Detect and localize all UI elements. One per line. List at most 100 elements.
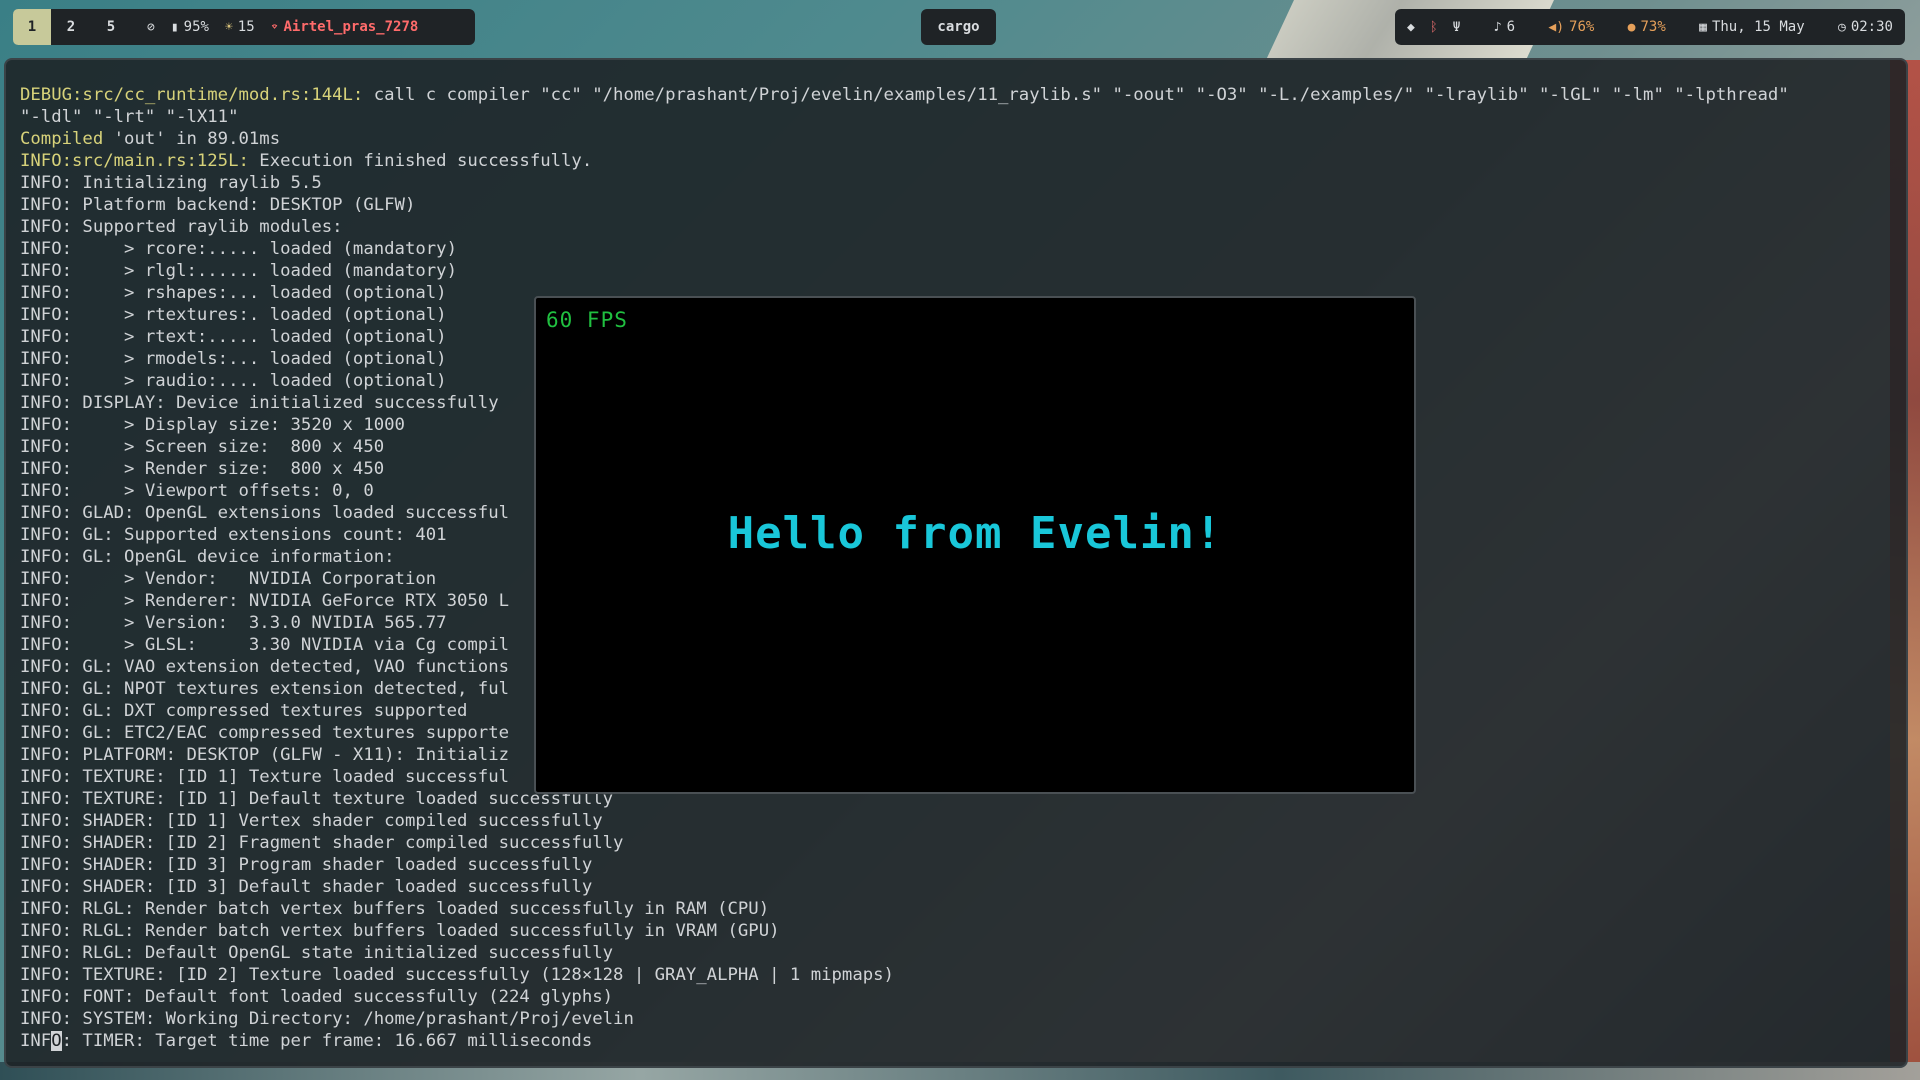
log-text: INFO: > rlgl:...... loaded (mandatory)	[20, 261, 457, 281]
mic-icon: ●	[1627, 19, 1636, 35]
battery-icon: ▮	[170, 19, 179, 35]
log-text: INFO: RLGL: Default OpenGL state initial…	[20, 943, 614, 963]
log-text: INFO: SHADER: [ID 2] Fragment shader com…	[20, 833, 624, 853]
log-text: INFO: GL: Supported extensions count: 40…	[20, 525, 447, 545]
log-text: call c compiler "cc" "/home/prashant/Pro…	[363, 85, 1789, 105]
log-text: INFO: PLATFORM: DESKTOP (GLFW - X11): In…	[20, 745, 509, 765]
raylib-window[interactable]: 60 FPS Hello from Evelin!	[534, 296, 1416, 794]
time-text: 02:30	[1850, 19, 1893, 35]
last-line-text: : TIMER: Target time per frame: 16.667 m…	[61, 1031, 593, 1051]
notifications[interactable]: ♪ 6	[1494, 19, 1515, 35]
terminal-line: INFO: SHADER: [ID 1] Vertex shader compi…	[20, 810, 1906, 832]
terminal-line: INFO: > rcore:..... loaded (mandatory)	[20, 238, 1906, 260]
bluetooth-icon[interactable]: ᛒ	[1430, 20, 1438, 35]
log-text: INFO: RLGL: Render batch vertex buffers …	[20, 899, 770, 919]
date-text: Thu, 15 May	[1711, 19, 1805, 35]
log-text: INFO: > Vendor: NVIDIA Corporation	[20, 569, 437, 589]
log-text: INFO: GL: NPOT textures extension detect…	[20, 679, 509, 699]
terminal-line: "-ldl" "-lrt" "-lX11"	[20, 106, 1906, 128]
log-text: INFO: > Viewport offsets: 0, 0	[20, 481, 374, 501]
mic-level: 73%	[1640, 19, 1666, 35]
log-text: INFO: FONT: Default font loaded successf…	[20, 987, 614, 1007]
log-text: INFO: > Display size: 3520 x 1000	[20, 415, 405, 435]
clock-display[interactable]: ◷ 02:30	[1838, 19, 1893, 35]
terminal-line: INFO: FONT: Default font loaded successf…	[20, 986, 1906, 1008]
calendar-icon: ▦	[1699, 19, 1707, 35]
log-text: INFO: DISPLAY: Device initialized succes…	[20, 393, 499, 413]
log-text: INFO: SHADER: [ID 1] Vertex shader compi…	[20, 811, 603, 831]
wifi-status[interactable]: ⌔ Airtel_pras_7278	[271, 19, 419, 35]
eye-off-icon: ⊘	[147, 19, 155, 35]
terminal-last-line: INFO: TIMER: Target time per frame: 16.6…	[20, 1030, 1906, 1052]
brightness-icon: ☀	[224, 19, 233, 35]
terminal-line: DEBUG:src/cc_runtime/mod.rs:144L: call c…	[20, 84, 1906, 106]
terminal-cursor[interactable]: O	[51, 1031, 62, 1051]
bell-icon: ♪	[1493, 19, 1502, 35]
log-text: INFO: > Render size: 800 x 450	[20, 459, 385, 479]
wifi-name: Airtel_pras_7278	[283, 19, 419, 35]
terminal-line: INFO: Platform backend: DESKTOP (GLFW)	[20, 194, 1906, 216]
terminal-line: INFO: Initializing raylib 5.5	[20, 172, 1906, 194]
log-text: INFO: GL: DXT compressed textures suppor…	[20, 701, 468, 721]
terminal-line: INFO: Supported raylib modules:	[20, 216, 1906, 238]
log-text: Execution finished successfully.	[248, 151, 593, 171]
brightness-status[interactable]: ☀ 15	[225, 19, 255, 35]
mic-control[interactable]: ● 73%	[1628, 19, 1666, 35]
workspace-5-button[interactable]: 5	[91, 9, 131, 45]
volume-control[interactable]: ◀) 76%	[1548, 19, 1594, 35]
wifi-icon: ⌔	[270, 19, 279, 35]
log-text: INFO: > rtextures:. loaded (optional)	[20, 305, 447, 325]
log-text: INFO: GL: OpenGL device information:	[20, 547, 395, 567]
log-prefix: Compiled	[20, 129, 104, 149]
battery-status: ▮ 95%	[171, 19, 209, 35]
terminal-line: INFO: RLGL: Default OpenGL state initial…	[20, 942, 1906, 964]
log-text: INFO: TEXTURE: [ID 1] Default texture lo…	[20, 789, 614, 809]
usb-icon[interactable]: Ψ	[1453, 20, 1461, 35]
terminal-line: INFO: RLGL: Render batch vertex buffers …	[20, 898, 1906, 920]
log-text: INFO: > rcore:..... loaded (mandatory)	[20, 239, 457, 259]
log-text: INFO: Supported raylib modules:	[20, 217, 343, 237]
log-text: INFO: > rshapes:... loaded (optional)	[20, 283, 447, 303]
last-line-text: INF	[20, 1031, 52, 1051]
date-display[interactable]: ▦ Thu, 15 May	[1699, 19, 1805, 35]
terminal-line: INFO:src/main.rs:125L: Execution finishe…	[20, 150, 1906, 172]
log-text: INFO: > Screen size: 800 x 450	[20, 437, 385, 457]
shield-icon[interactable]: ◆	[1407, 20, 1415, 35]
terminal-line: INFO: SHADER: [ID 3] Program shader load…	[20, 854, 1906, 876]
terminal-line: INFO: SHADER: [ID 3] Default shader load…	[20, 876, 1906, 898]
log-text: INFO: SHADER: [ID 3] Program shader load…	[20, 855, 593, 875]
terminal-line: Compiled 'out' in 89.01ms	[20, 128, 1906, 150]
log-text: INFO: > raudio:.... loaded (optional)	[20, 371, 447, 391]
log-text: INFO: GL: ETC2/EAC compressed textures s…	[20, 723, 509, 743]
status-bar-right: ◆ ᛒ Ψ ♪ 6 ◀) 76% ● 73% ▦ Thu, 15 May ◷ 0…	[1395, 9, 1905, 45]
active-window-title: cargo	[921, 9, 996, 45]
log-text: INFO: > Renderer: NVIDIA GeForce RTX 305…	[20, 591, 509, 611]
notification-count: 6	[1506, 19, 1516, 35]
log-text: INFO: Initializing raylib 5.5	[20, 173, 322, 193]
fps-counter: 60 FPS	[546, 308, 628, 332]
workspace-1-button[interactable]: 1	[13, 9, 51, 45]
brightness-level: 15	[237, 19, 255, 35]
log-text: INFO: GLAD: OpenGL extensions loaded suc…	[20, 503, 509, 523]
workspace-2-button[interactable]: 2	[51, 9, 91, 45]
log-text: INFO: > Version: 3.3.0 NVIDIA 565.77	[20, 613, 447, 633]
log-text: INFO: TEXTURE: [ID 2] Texture loaded suc…	[20, 965, 894, 985]
log-text: INFO: GL: VAO extension detected, VAO fu…	[20, 657, 509, 677]
volume-icon: ◀)	[1548, 19, 1565, 35]
terminal-line: INFO: RLGL: Render batch vertex buffers …	[20, 920, 1906, 942]
terminal-line: INFO: > rlgl:...... loaded (mandatory)	[20, 260, 1906, 282]
log-text: INFO: > GLSL: 3.30 NVIDIA via Cg compil	[20, 635, 509, 655]
status-bar-left: 1 2 5 ⊘ ▮ 95% ☀ 15 ⌔ Airtel_pras_7278	[13, 9, 475, 45]
log-prefix: DEBUG:src/cc_runtime/mod.rs:144L:	[20, 85, 364, 105]
log-text: 'out' in 89.01ms	[103, 129, 281, 149]
idle-inhibitor[interactable]: ⊘	[147, 20, 155, 35]
tray-items: ◆ ᛒ Ψ	[1407, 20, 1460, 35]
battery-level: 95%	[183, 19, 209, 35]
log-text: INFO: SHADER: [ID 3] Default shader load…	[20, 877, 593, 897]
log-text: INFO: Platform backend: DESKTOP (GLFW)	[20, 195, 416, 215]
clock-icon: ◷	[1838, 19, 1846, 35]
volume-level: 76%	[1569, 19, 1595, 35]
hello-message: Hello from Evelin!	[727, 508, 1223, 559]
log-text: INFO: SYSTEM: Working Directory: /home/p…	[20, 1009, 634, 1029]
terminal-line: INFO: SYSTEM: Working Directory: /home/p…	[20, 1008, 1906, 1030]
